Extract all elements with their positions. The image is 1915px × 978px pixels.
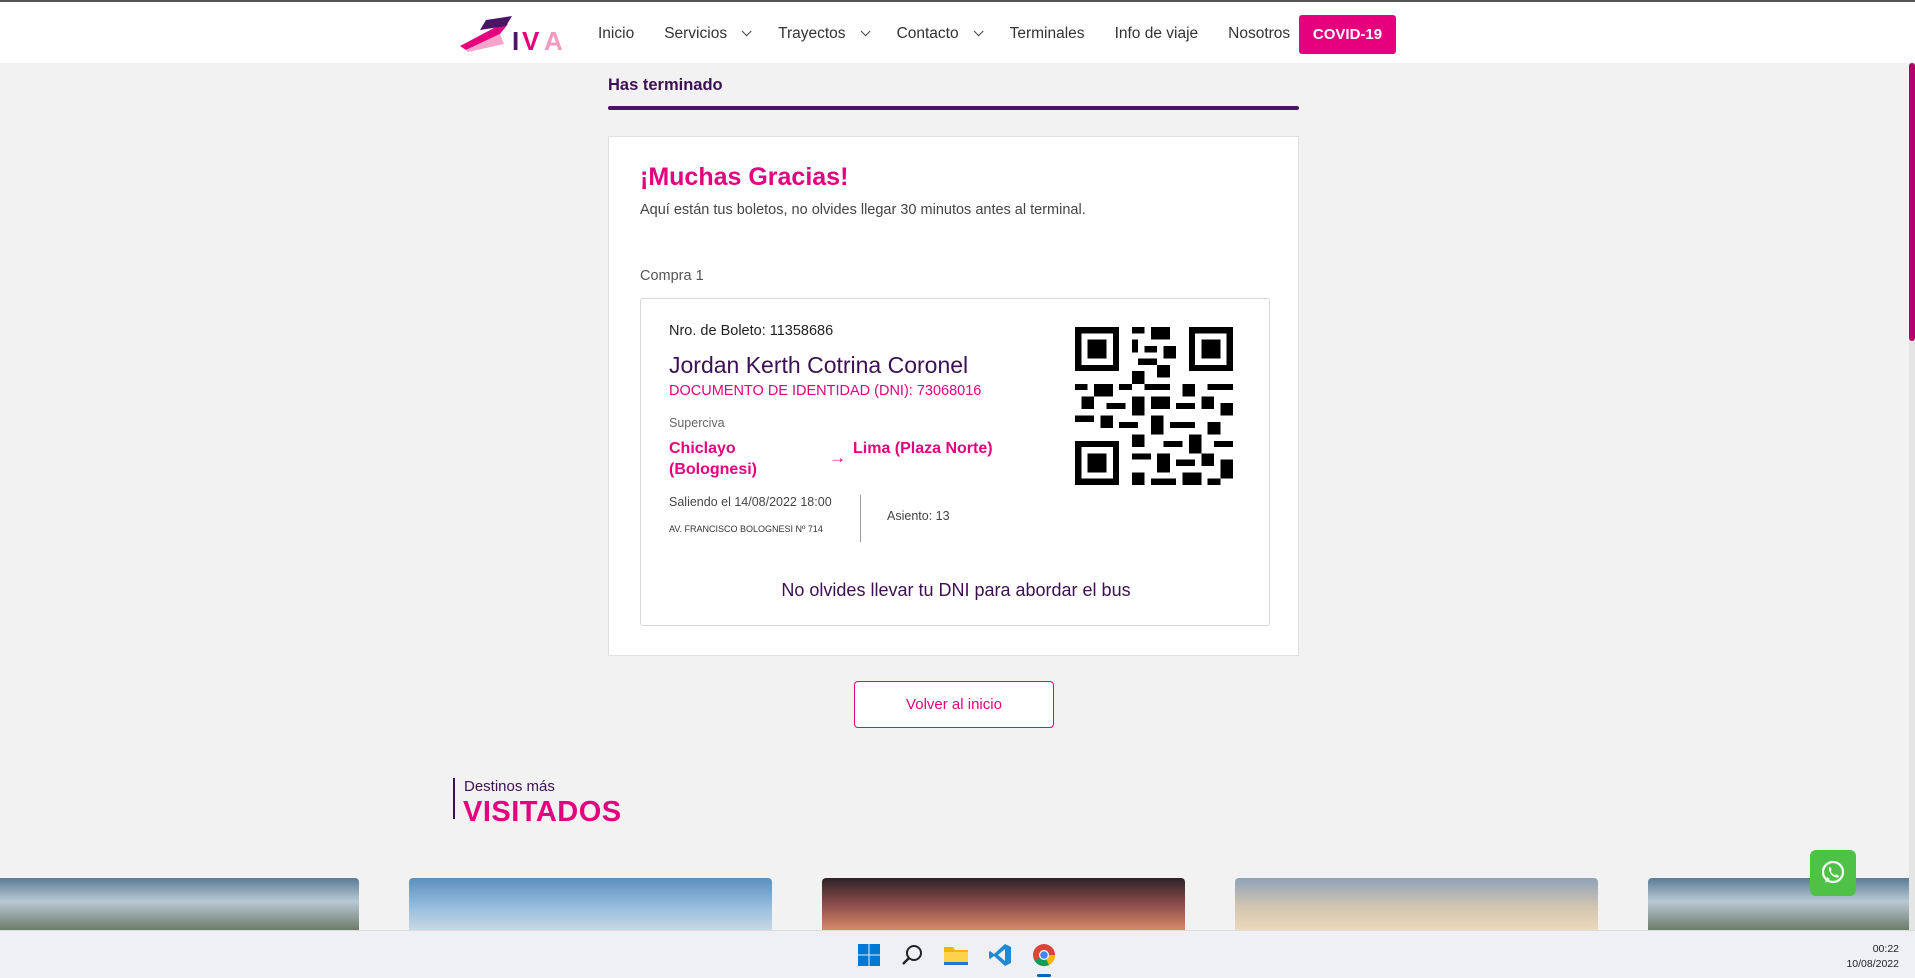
page-scrollbar-thumb[interactable] [1909, 63, 1915, 341]
nav-label: Info de viaje [1114, 24, 1199, 42]
route-destination: Lima (Plaza Norte) [853, 440, 993, 457]
dni-reminder: No olvides llevar tu DNI para abordar el… [781, 580, 1131, 600]
nav-nosotros[interactable]: Nosotros [1228, 25, 1290, 43]
destination-card[interactable] [822, 878, 1185, 930]
destination-card[interactable] [0, 878, 359, 930]
chrome-icon[interactable] [1030, 941, 1058, 969]
confirmation-card: ¡Muchas Gracias! Aquí están tus boletos,… [608, 136, 1299, 656]
main-nav: Inicio Servicios Trayectos Contacto Term… [598, 2, 1320, 65]
nav-label: Trayectos [778, 24, 846, 42]
destination-card[interactable] [409, 878, 772, 930]
civa-logo[interactable]: I V A [456, 14, 576, 56]
qr-code-icon [1075, 327, 1233, 485]
nav-servicios[interactable]: Servicios [664, 24, 752, 43]
nav-label: Contacto [896, 24, 959, 42]
step-progress-line [608, 106, 1299, 110]
nav-info-de-viaje[interactable]: Info de viaje [1115, 25, 1199, 43]
ticket-divider [860, 495, 861, 542]
nav-label: Terminales [1009, 24, 1085, 42]
system-clock[interactable]: 00:22 10/08/2022 [1846, 942, 1899, 972]
whatsapp-icon[interactable] [1810, 850, 1856, 896]
terminal-address: AV. FRANCISCO BOLOGNESI Nº 714 [669, 524, 823, 534]
purchase-label: Compra 1 [640, 268, 704, 284]
destinations-subtitle: Destinos más [464, 778, 555, 795]
thanks-heading: ¡Muchas Gracias! [640, 163, 849, 191]
windows-start-icon[interactable] [855, 941, 883, 969]
nav-terminales[interactable]: Terminales [1010, 25, 1085, 43]
nav-label: Nosotros [1228, 24, 1291, 42]
svg-text:I: I [512, 26, 519, 56]
search-icon[interactable] [899, 941, 927, 969]
chevron-down-icon [741, 26, 752, 37]
route-arrow-icon: → [829, 448, 846, 467]
chevron-down-icon [973, 26, 984, 37]
clock-date: 10/08/2022 [1846, 958, 1899, 970]
ticket-number: Nro. de Boleto: 11358686 [669, 323, 834, 339]
svg-text:V: V [522, 26, 540, 56]
svg-text:A: A [544, 26, 563, 56]
top-navbar: I V A Inicio Servicios Trayectos Contact… [0, 0, 1915, 63]
thanks-subtext: Aquí están tus boletos, no olvides llega… [640, 202, 1086, 218]
nav-label: Servicios [664, 24, 728, 42]
seat-number: Asiento: 13 [887, 509, 950, 523]
nav-label: Inicio [598, 24, 635, 42]
nav-trayectos[interactable]: Trayectos [778, 24, 871, 43]
route-origin: Chiclayo (Bolognesi) [669, 440, 757, 478]
nav-inicio[interactable]: Inicio [598, 25, 634, 43]
departure-datetime: Saliendo el 14/08/2022 18:00 [669, 495, 832, 509]
destinations-title: VISITADOS [463, 796, 622, 828]
chevron-down-icon [860, 26, 871, 37]
destination-card[interactable] [1648, 878, 1915, 930]
covid-button[interactable]: COVID-19 [1299, 15, 1396, 54]
step-title: Has terminado [608, 76, 723, 94]
nav-contacto[interactable]: Contacto [896, 24, 984, 43]
ticket-card: Nro. de Boleto: 11358686 Jordan Kerth Co… [640, 298, 1270, 626]
clock-time: 00:22 [1872, 943, 1899, 955]
service-type: Superciva [669, 416, 725, 430]
destination-card[interactable] [1235, 878, 1598, 930]
os-taskbar: 00:22 10/08/2022 [0, 930, 1915, 978]
back-home-button[interactable]: Volver al inicio [854, 681, 1054, 728]
active-app-indicator [1037, 974, 1051, 977]
vscode-icon[interactable] [986, 941, 1014, 969]
section-accent-bar [453, 778, 455, 819]
passenger-name: Jordan Kerth Cotrina Coronel [669, 352, 969, 378]
passenger-document: DOCUMENTO DE IDENTIDAD (DNI): 73068016 [669, 383, 982, 399]
file-explorer-icon[interactable] [942, 941, 970, 969]
